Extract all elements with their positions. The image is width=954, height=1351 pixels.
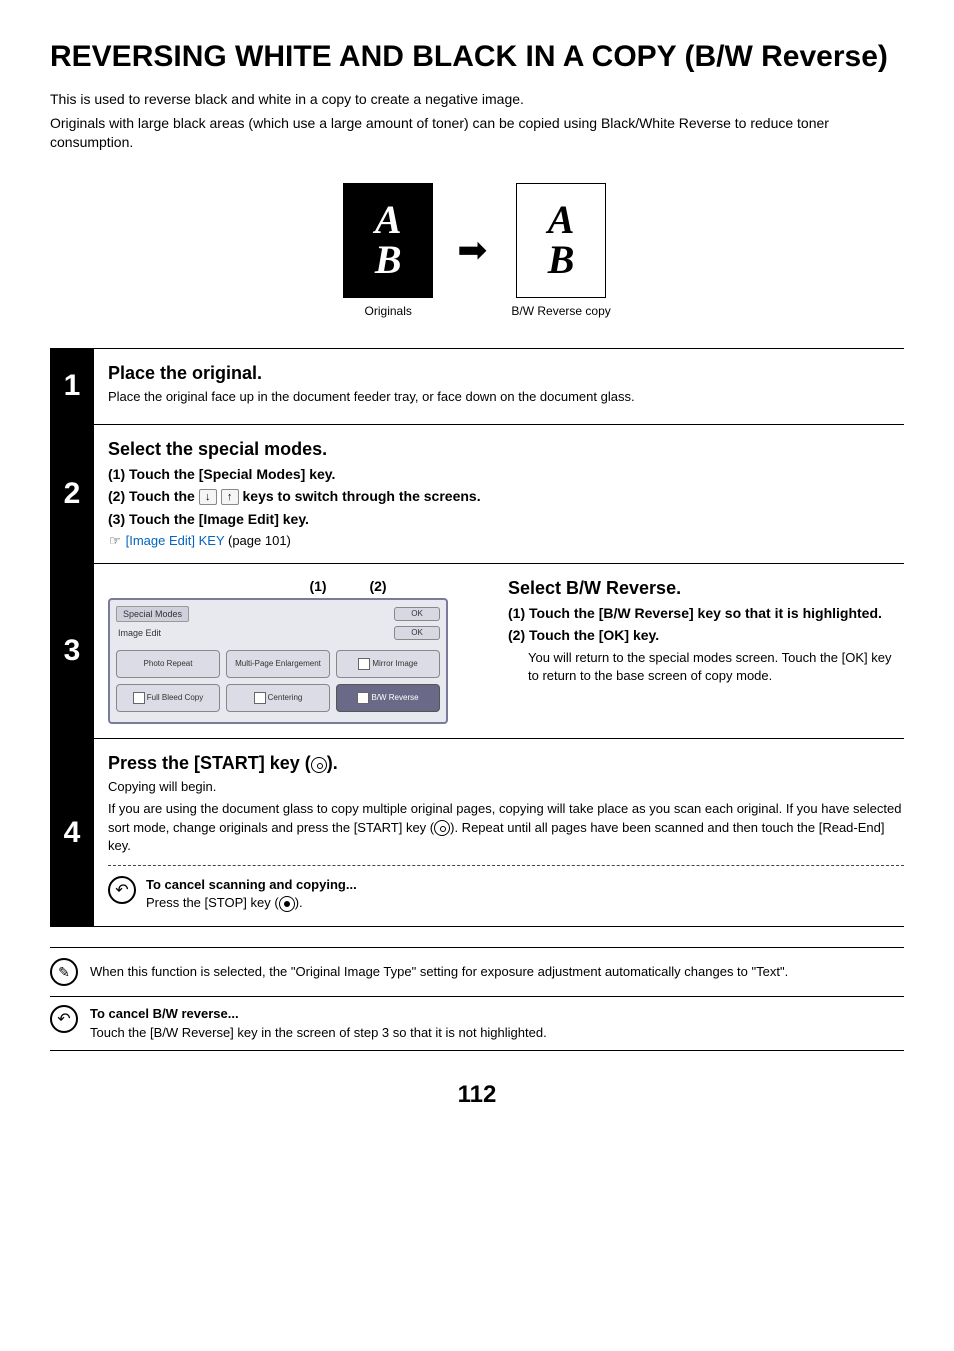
step-number-1: 1 [50, 349, 94, 424]
caption-originals: Originals [365, 304, 412, 318]
step-2-reference: ☞ [Image Edit] KEY (page 101) [108, 533, 904, 549]
reverse-sample-box: A B [516, 183, 606, 298]
footer-note-2: ↶ To cancel B/W reverse... Touch the [B/… [50, 997, 904, 1050]
step-3: 3 (1) (2) Special Modes OK Image Edit OK [50, 564, 904, 739]
step-3-item-1: (1) Touch the [B/W Reverse] key so that … [508, 605, 904, 621]
full-bleed-icon [133, 692, 145, 704]
step-4: 4 Press the [START] key (). Copying will… [50, 739, 904, 927]
image-edit-key-link[interactable]: [Image Edit] KEY [126, 533, 225, 548]
centering-icon [254, 692, 266, 704]
start-key-icon [311, 757, 327, 773]
step-2-item-3: (3) Touch the [Image Edit] key. [108, 511, 904, 527]
arrow-icon: ➡ [457, 232, 487, 268]
page-number: 112 [50, 1081, 904, 1109]
panel-sub-label: Image Edit [116, 626, 163, 640]
step-number-3: 3 [50, 564, 94, 738]
step-1: 1 Place the original. Place the original… [50, 349, 904, 425]
arrow-down-key-icon: ↓ [199, 489, 217, 505]
step-4-line2: If you are using the document glass to c… [108, 800, 904, 855]
photo-repeat-button[interactable]: Photo Repeat [116, 650, 220, 678]
panel-breadcrumb[interactable]: Special Modes [116, 606, 189, 622]
sample-letter-b: B [375, 240, 402, 280]
step-number-2: 2 [50, 425, 94, 563]
page-title: REVERSING WHITE AND BLACK IN A COPY (B/W… [50, 40, 904, 74]
step-2: 2 Select the special modes. (1) Touch th… [50, 425, 904, 564]
intro-text-2: Originals with large black areas (which … [50, 114, 904, 153]
ok-button-sub[interactable]: OK [394, 626, 440, 640]
intro-text-1: This is used to reverse black and white … [50, 90, 904, 110]
original-sample-box: A B [343, 183, 433, 298]
callout-label-2: (2) [348, 578, 408, 594]
step-1-body: Place the original face up in the docume… [108, 388, 904, 406]
bw-reverse-button[interactable]: B/W Reverse [336, 684, 440, 712]
step-1-title: Place the original. [108, 363, 904, 384]
sample-letter-a-rev: A [548, 200, 575, 240]
sample-letter-a: A [375, 200, 402, 240]
bw-reverse-icon [357, 692, 369, 704]
mirror-image-button[interactable]: Mirror Image [336, 650, 440, 678]
cancel-scanning-title: To cancel scanning and copying... [146, 876, 357, 894]
touch-panel: Special Modes OK Image Edit OK Photo Rep… [108, 598, 448, 724]
pencil-icon: ✎ [50, 958, 78, 986]
full-bleed-copy-button[interactable]: Full Bleed Copy [116, 684, 220, 712]
centering-button[interactable]: Centering [226, 684, 330, 712]
footer-note-1: ✎ When this function is selected, the "O… [50, 947, 904, 997]
note-text-1: When this function is selected, the "Ori… [90, 963, 788, 981]
cancel-bw-title: To cancel B/W reverse... [90, 1005, 547, 1023]
figure-row: A B Originals ➡ A B B/W Reverse copy [50, 183, 904, 318]
step-3-item-2: (2) Touch the [OK] key. [508, 627, 904, 643]
ok-button-top[interactable]: OK [394, 607, 440, 621]
multi-page-enlargement-button[interactable]: Multi-Page Enlargement [226, 650, 330, 678]
caption-reverse: B/W Reverse copy [511, 304, 610, 318]
undo-icon: ↶ [108, 876, 136, 904]
step-4-title: Press the [START] key (). [108, 753, 904, 774]
step-3-title: Select B/W Reverse. [508, 578, 904, 599]
start-key-icon-inline [434, 820, 450, 836]
cancel-scanning-body: Press the [STOP] key (). [146, 894, 357, 912]
sample-letter-b-rev: B [548, 240, 575, 280]
cancel-bw-body: Touch the [B/W Reverse] key in the scree… [90, 1024, 547, 1042]
stop-key-icon [279, 896, 295, 912]
step-number-4: 4 [50, 739, 94, 926]
step-2-item-2: (2) Touch the ↓ ↑ keys to switch through… [108, 488, 904, 505]
step-2-item-1: (1) Touch the [Special Modes] key. [108, 466, 904, 482]
step-4-line1: Copying will begin. [108, 778, 904, 796]
pointer-icon: ☞ [108, 533, 122, 549]
mirror-icon [358, 658, 370, 670]
arrow-up-key-icon: ↑ [221, 489, 239, 505]
step-3-item-2-desc: You will return to the special modes scr… [528, 649, 904, 685]
callout-label-1: (1) [288, 578, 348, 594]
step-2-title: Select the special modes. [108, 439, 904, 460]
undo-icon-2: ↶ [50, 1005, 78, 1033]
